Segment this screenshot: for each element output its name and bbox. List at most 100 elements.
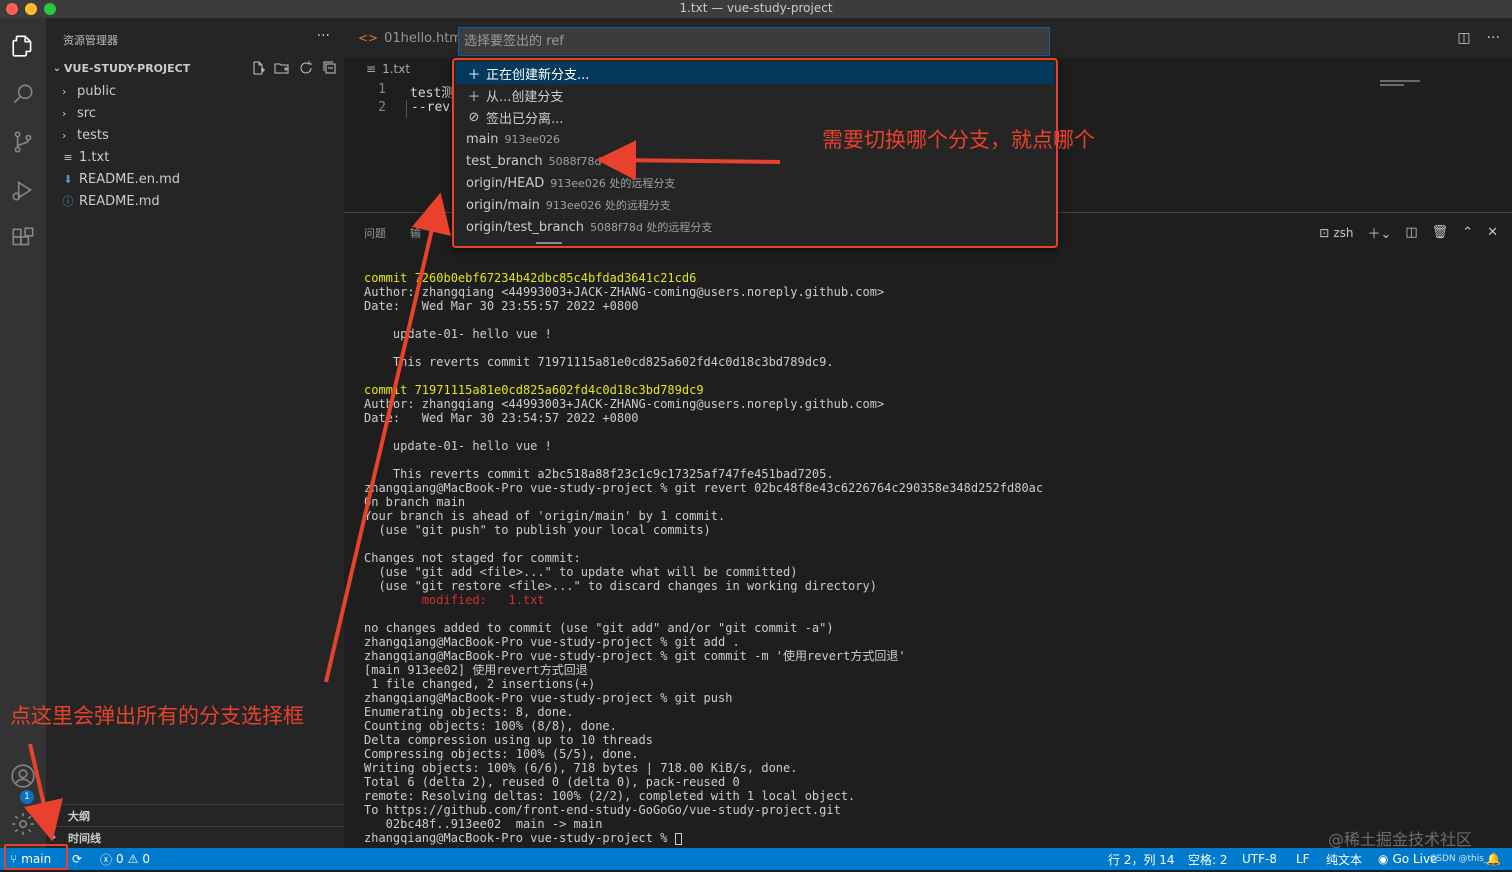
tree-folder-tests[interactable]: › tests	[46, 124, 344, 146]
terminal-output[interactable]: commit 7260b0ebf67234b42dbc85c4bfdad3641…	[364, 271, 1504, 851]
account-icon[interactable]	[7, 760, 39, 792]
cursor-position[interactable]: 行 2，列 14	[1108, 848, 1175, 870]
terminal-line: Author: zhangqiang <44993003+JACK-ZHANG-…	[364, 397, 1504, 411]
terminal-line-text: no changes added to commit (use "git add…	[364, 621, 834, 635]
annotation-left: 点这里会弹出所有的分支选择框	[10, 704, 304, 728]
terminal-line: Writing objects: 100% (6/6), 718 bytes |…	[364, 761, 1504, 775]
terminal-line: commit 71971115a81e0cd825a602fd4c0d18c3b…	[364, 383, 1504, 397]
terminal-line-text: remote: Resolving deltas: 100% (2/2), co…	[364, 789, 856, 803]
quickpick-item[interactable]: origin/test_branch 5088f78d 处的远程分支	[456, 216, 1054, 238]
quickpick-item-label: test_branch	[466, 153, 543, 169]
language-mode[interactable]: 纯文本	[1326, 848, 1362, 870]
chevron-right-icon: ›	[62, 128, 67, 142]
terminal-line: Counting objects: 100% (8/8), done.	[364, 719, 1504, 733]
terminal-line: Enumerating objects: 8, done.	[364, 705, 1504, 719]
terminal-line: zhangqiang@MacBook-Pro vue-study-project…	[364, 635, 1504, 649]
terminal-line-text: On branch main	[364, 495, 466, 509]
line-number: 1	[378, 82, 386, 97]
terminal-line-text: Total 6 (delta 2), reused 0 (delta 0), p…	[364, 775, 740, 789]
terminal-line: zhangqiang@MacBook-Pro vue-study-project…	[364, 691, 1504, 705]
ref-search-input[interactable]	[459, 28, 1049, 55]
status-bar: ⑂ main ⟳ ⓧ 0 ⚠ 0 行 2，列 14 空格: 2 UTF-8 LF…	[0, 848, 1512, 870]
chevron-right-icon: ›	[62, 84, 67, 98]
quickpick-item-desc: 913ee026	[504, 132, 561, 146]
quickpick-item[interactable]: origin/HEAD 913ee026 处的远程分支	[456, 172, 1054, 194]
chevron-right-icon: ›	[52, 832, 57, 843]
terminal-selector[interactable]: ⊡ zsh	[1319, 226, 1353, 240]
split-terminal-icon[interactable]: ◫	[1405, 225, 1417, 240]
tree-folder-src[interactable]: › src	[46, 102, 344, 124]
tree-file-1txt[interactable]: ≡ 1.txt	[46, 146, 344, 168]
tab-output[interactable]: 输	[410, 225, 421, 241]
title-bar: 1.txt — vue-study-project	[0, 0, 1512, 18]
new-folder-icon[interactable]	[274, 60, 290, 76]
refresh-icon[interactable]	[298, 60, 314, 76]
tree-file-readme-en[interactable]: ⬇ README.en.md	[46, 168, 344, 190]
go-live-button[interactable]: ◉ Go Live	[1378, 848, 1437, 870]
bottom-panel: 问题 输 ⊡ zsh ＋⌄ ◫ 🗑 ⌃ ✕ commit 7260b0ebf67…	[344, 212, 1512, 848]
terminal-line: Date: Wed Mar 30 23:55:57 2022 +0800	[364, 299, 1504, 313]
tab-label: 01hello.html	[384, 30, 466, 46]
plus-icon: ＋	[467, 67, 481, 83]
terminal-line: commit 7260b0ebf67234b42dbc85c4bfdad3641…	[364, 271, 1504, 285]
minimap[interactable]	[1380, 80, 1420, 86]
terminal-line-text: zhangqiang@MacBook-Pro vue-study-project…	[364, 649, 906, 663]
extensions-icon[interactable]	[7, 222, 39, 254]
sync-icon: ⟳	[72, 852, 83, 866]
run-debug-icon[interactable]	[7, 174, 39, 206]
sync-button[interactable]: ⟳	[72, 848, 82, 870]
search-icon[interactable]	[7, 78, 39, 110]
new-terminal-icon[interactable]: ＋⌄	[1367, 223, 1391, 242]
line-number: 2	[378, 100, 386, 115]
terminal-line-text: 1 file changed, 2 insertions(+)	[364, 677, 596, 691]
tree-item-label: src	[77, 105, 96, 121]
more-actions-button[interactable]: ···	[317, 28, 330, 44]
quickpick-input-container	[458, 27, 1050, 56]
terminal-line-text: (use "git restore <file>..." to discard …	[364, 579, 877, 593]
terminal-line: zhangqiang@MacBook-Pro vue-study-project…	[364, 649, 1504, 663]
broadcast-icon: ◉	[1378, 852, 1389, 866]
quickpick-item-label: origin/test_branch	[466, 219, 585, 235]
new-file-icon[interactable]	[250, 60, 266, 76]
code-icon: <>	[358, 31, 379, 45]
terminal-icon: ⊡	[1319, 225, 1330, 240]
collapse-all-icon[interactable]	[322, 60, 338, 76]
encoding[interactable]: UTF-8	[1242, 848, 1277, 870]
timeline-section[interactable]: › 时间线	[46, 826, 344, 848]
terminal-line-text: (use "git push" to publish your local co…	[364, 523, 711, 537]
bell-icon[interactable]: 🔔	[1486, 848, 1501, 870]
indentation[interactable]: 空格: 2	[1188, 848, 1228, 870]
quickpick-item[interactable]: origin/main 913ee026 处的远程分支	[456, 194, 1054, 216]
terminal-line-text: zhangqiang@MacBook-Pro vue-study-project…	[364, 831, 675, 845]
chevron-up-icon[interactable]: ⌃	[1462, 225, 1473, 240]
tab-01hello-html[interactable]: <> 01hello.html	[358, 18, 466, 58]
csdn-watermark: CSDN @this_a	[1430, 854, 1494, 864]
tab-problems[interactable]: 问题	[364, 225, 386, 241]
breadcrumb-file[interactable]: 1.txt	[382, 62, 410, 76]
tree-folder-public[interactable]: › public	[46, 80, 344, 102]
split-editor-icon[interactable]: ◫	[1457, 30, 1470, 46]
tree-file-readme[interactable]: ⓘ README.md	[46, 190, 344, 212]
source-control-icon[interactable]	[7, 126, 39, 158]
gear-icon[interactable]	[7, 808, 39, 840]
tree-item-label: README.en.md	[79, 171, 180, 187]
quickpick-scrollbar[interactable]	[536, 242, 562, 244]
quickpick-item[interactable]: ＋ 正在创建新分支...	[456, 62, 1054, 84]
outline-section[interactable]: › 大纲	[46, 804, 344, 826]
quickpick-item-desc: 913ee026 处的远程分支	[545, 199, 671, 212]
terminal-line-text: Counting objects: 100% (8/8), done.	[364, 719, 617, 733]
trash-icon[interactable]: 🗑	[1432, 225, 1449, 240]
quickpick-item[interactable]: ＋ 从...创建分支	[456, 84, 1054, 106]
error-count: 0	[116, 852, 124, 866]
eol[interactable]: LF	[1296, 848, 1310, 870]
more-icon[interactable]: ···	[1487, 30, 1500, 46]
tree-item-label: tests	[77, 127, 109, 143]
explorer-icon[interactable]	[7, 30, 39, 62]
panel-tabs: 问题 输	[364, 225, 421, 241]
close-icon[interactable]: ✕	[1487, 225, 1498, 240]
branch-indicator[interactable]: ⑂ main	[10, 848, 51, 870]
problems-indicator[interactable]: ⓧ 0 ⚠ 0	[100, 848, 150, 870]
